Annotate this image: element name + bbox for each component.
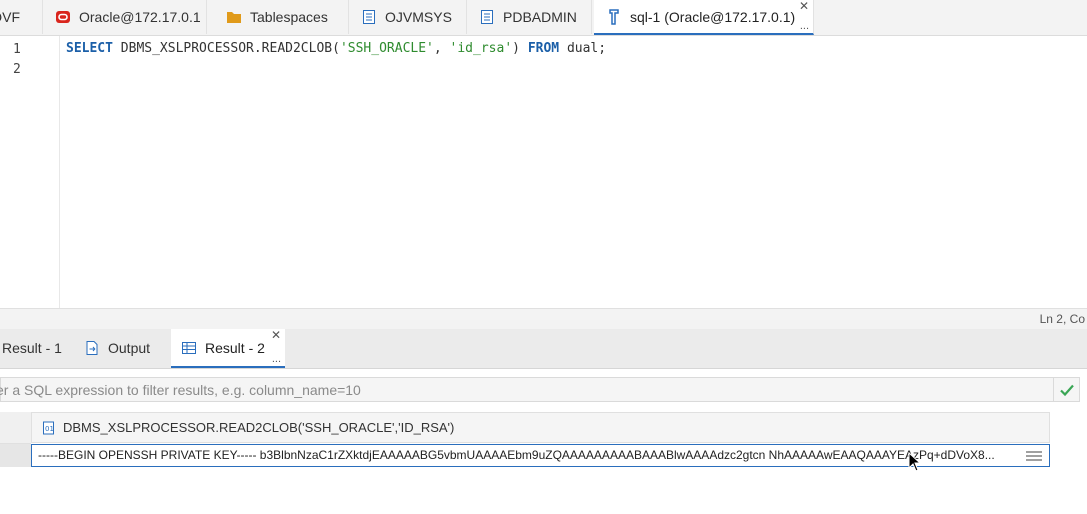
tab-pdbadmin[interactable]: PDBADMIN xyxy=(467,0,592,34)
tab-label: Tablespaces xyxy=(250,9,328,25)
grid-icon xyxy=(181,340,197,356)
tab-label: sql-1 (Oracle@172.17.0.1) xyxy=(630,8,796,25)
tab-oracle-connection[interactable]: Oracle@172.17.0.1 xyxy=(43,0,207,34)
check-icon xyxy=(1059,382,1075,398)
row-number-header xyxy=(0,412,31,444)
line-number: 2 xyxy=(13,62,21,77)
table-cell[interactable]: -----BEGIN OPENSSH PRIVATE KEY----- b3Bl… xyxy=(31,444,1050,467)
schema-icon xyxy=(479,9,495,25)
column-header[interactable]: 01 DBMS_XSLPROCESSOR.READ2CLOB('SSH_ORAC… xyxy=(31,412,1050,443)
mouse-cursor-icon xyxy=(908,451,922,475)
tab-partial[interactable]: DVF xyxy=(0,0,43,34)
tab-output[interactable]: Output xyxy=(74,329,166,367)
comma: , xyxy=(433,41,450,56)
tab-tablespaces[interactable]: Tablespaces xyxy=(214,0,349,34)
tab-sql-1[interactable]: sql-1 (Oracle@172.17.0.1) ✕ ... xyxy=(594,0,814,35)
tab-ojvmsys[interactable]: OJVMSYS xyxy=(349,0,467,34)
folder-icon xyxy=(226,9,242,25)
tab-label: Result - 1 xyxy=(2,340,62,356)
keyword-select: SELECT xyxy=(66,41,113,56)
sql-code-line[interactable]: SELECT DBMS_XSLPROCESSOR.READ2CLOB('SSH_… xyxy=(66,41,606,56)
tab-label: Output xyxy=(108,340,151,356)
tab-label: PDBADMIN xyxy=(503,9,577,25)
editor-tab-bar: DVF Oracle@172.17.0.1 Tablespaces OJVMSY… xyxy=(0,0,1087,36)
schema-icon xyxy=(361,9,377,25)
column-header-label: DBMS_XSLPROCESSOR.READ2CLOB('SSH_ORACLE'… xyxy=(63,420,455,435)
tab-label: DVF xyxy=(0,9,20,25)
keyword-from: FROM xyxy=(527,41,560,56)
apply-filter-button[interactable] xyxy=(1053,378,1079,401)
close-paren: ) xyxy=(512,41,528,56)
function-call: DBMS_XSLPROCESSOR.READ2CLOB( xyxy=(112,41,340,56)
result-tab-bar: Result - 1 Output Result - 2 ✕ ... xyxy=(0,328,1087,369)
svg-text:01: 01 xyxy=(45,425,54,433)
close-icon[interactable]: ✕ xyxy=(799,0,809,13)
sql-script-icon xyxy=(606,8,622,25)
result-filter-bar xyxy=(0,377,1080,402)
sql-editor[interactable]: 1 2 SELECT DBMS_XSLPROCESSOR.READ2CLOB('… xyxy=(0,36,1087,308)
string-literal: 'id_rsa' xyxy=(449,41,513,56)
tab-label: OJVMSYS xyxy=(385,9,452,25)
tab-label: Result - 2 xyxy=(205,339,265,356)
oracle-connection-icon xyxy=(55,9,71,25)
more-icon[interactable]: ... xyxy=(272,354,281,365)
cell-value: -----BEGIN OPENSSH PRIVATE KEY----- b3Bl… xyxy=(38,448,995,462)
tab-label: Oracle@172.17.0.1 xyxy=(79,9,201,25)
cell-menu-icon[interactable] xyxy=(1025,449,1042,465)
tab-result-2[interactable]: Result - 2 ✕ ... xyxy=(171,328,285,368)
cursor-position: Ln 2, Co xyxy=(1039,312,1085,326)
more-icon[interactable]: ... xyxy=(800,21,809,32)
line-number: 1 xyxy=(13,42,21,57)
close-icon[interactable]: ✕ xyxy=(271,328,281,342)
tab-result-1[interactable]: Result - 1 xyxy=(0,329,70,367)
string-literal: 'SSH_ORACLE' xyxy=(339,41,434,56)
column-type-icon: 01 xyxy=(41,420,57,436)
filter-input[interactable] xyxy=(0,378,1055,401)
editor-status-bar: Ln 2, Co xyxy=(0,308,1087,329)
output-icon xyxy=(84,340,100,356)
line-gutter: 1 2 xyxy=(0,36,60,308)
row-number[interactable] xyxy=(0,444,31,467)
table-name: dual; xyxy=(559,41,607,56)
